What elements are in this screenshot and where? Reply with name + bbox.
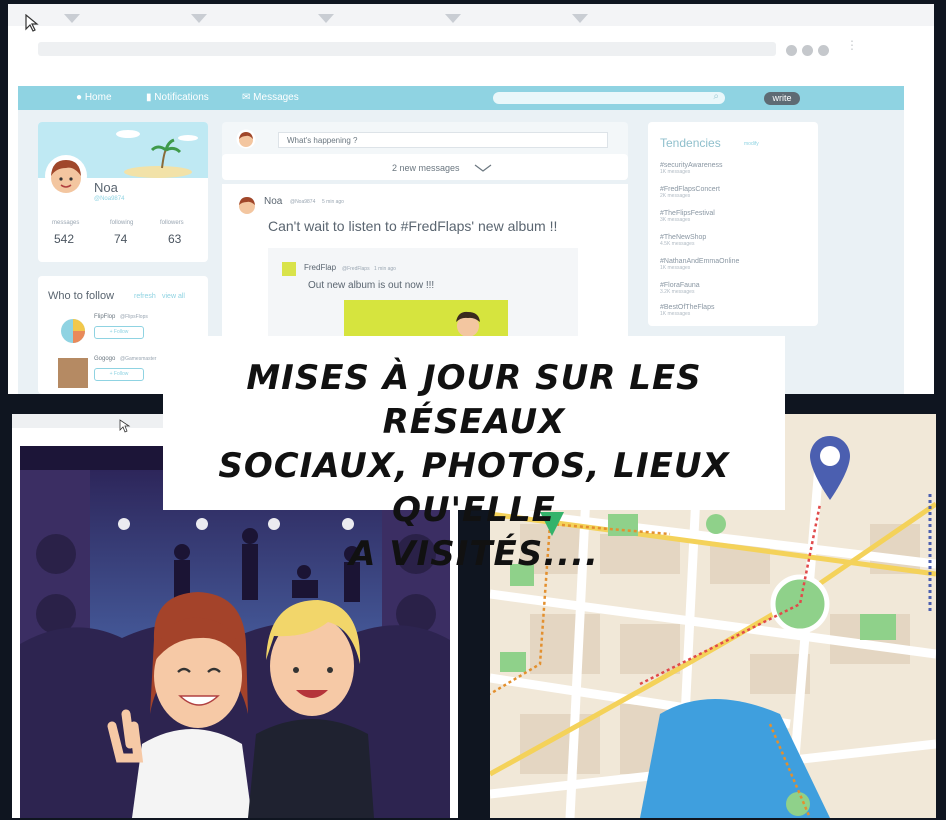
search-input[interactable]: ⌕ bbox=[493, 91, 725, 104]
browser-tab-strip bbox=[8, 4, 934, 26]
caption-text: MISES À JOUR SUR LES RÉSEAUX SOCIAUX, PH… bbox=[163, 356, 785, 576]
tab-notch bbox=[572, 14, 588, 23]
trend-item[interactable]: #TheNewShop 4.5K messages bbox=[660, 234, 706, 247]
avatar bbox=[45, 155, 87, 197]
trend-item[interactable]: #BestOfTheFlaps 1K messages bbox=[660, 304, 714, 317]
caption-line: SOCIAUX, PHOTOS, LIEUX QU'ELLE bbox=[218, 446, 730, 530]
refresh-link[interactable]: refresh bbox=[134, 293, 156, 300]
trend-tag: #FloraFauna bbox=[660, 282, 700, 289]
trends-title: Tendencies bbox=[660, 136, 721, 150]
kebab-menu-icon[interactable]: ⋮ bbox=[846, 39, 858, 51]
trend-item[interactable]: #FredFlapsConcert 2K messages bbox=[660, 186, 720, 199]
quoted-time: 1 min ago bbox=[374, 266, 396, 272]
trend-count: 1K messages bbox=[660, 265, 691, 271]
trend-tag: #FredFlapsConcert bbox=[660, 186, 720, 193]
app-navbar: ● Home ▮ Notifications ✉ Messages ⌕ writ… bbox=[18, 86, 904, 110]
tab-notch bbox=[191, 14, 207, 23]
trend-item[interactable]: #TheFlipsFestival 3K messages bbox=[660, 210, 715, 223]
suggestion-avatar bbox=[58, 316, 88, 346]
caption-line: A VISITÉS.... bbox=[349, 534, 599, 574]
trend-item[interactable]: #securityAwareness 1K messages bbox=[660, 162, 723, 175]
cursor-icon bbox=[25, 14, 39, 32]
trend-tag: #securityAwareness bbox=[660, 162, 723, 169]
envelope-icon: ✉ bbox=[242, 92, 254, 103]
map-pin-icon[interactable] bbox=[808, 434, 852, 504]
stat-value[interactable]: 74 bbox=[114, 232, 127, 246]
trends-card: Tendencies modify #securityAwareness 1K m… bbox=[648, 122, 818, 326]
trend-count: 2K messages bbox=[660, 193, 691, 199]
address-bar[interactable] bbox=[38, 42, 776, 56]
compose-input[interactable]: What's happening ? bbox=[278, 132, 608, 148]
trend-count: 1K messages bbox=[660, 311, 691, 317]
trend-count: 3K messages bbox=[660, 217, 691, 223]
trend-tag: #BestOfTheFlaps bbox=[660, 304, 715, 311]
quoted-text: Out new album is out now !!! bbox=[308, 280, 435, 291]
suggestion-avatar bbox=[58, 358, 88, 388]
nav-home[interactable]: ● Home bbox=[76, 92, 112, 103]
post-avatar bbox=[236, 194, 258, 216]
suggestion-name[interactable]: Gogogo bbox=[94, 356, 115, 362]
stat-value[interactable]: 542 bbox=[54, 232, 74, 246]
caption-banner: MISES À JOUR SUR LES RÉSEAUX SOCIAUX, PH… bbox=[163, 336, 785, 574]
stat-label: messages bbox=[52, 220, 80, 226]
trend-count: 3.2K messages bbox=[660, 289, 695, 295]
window-dot-icon bbox=[818, 45, 829, 56]
trend-count: 4.5K messages bbox=[660, 241, 695, 247]
quoted-author[interactable]: FredFlap bbox=[304, 263, 336, 272]
trend-tag: #TheNewShop bbox=[660, 234, 707, 241]
suggestion-handle: @Gamesmaster bbox=[120, 356, 157, 362]
who-to-follow-title: Who to follow bbox=[48, 290, 115, 302]
composer-avatar bbox=[236, 129, 256, 149]
trend-tag: #NathanAndEmmaOnline bbox=[660, 258, 740, 265]
trend-tag: #TheFlipsFestival bbox=[660, 210, 715, 217]
post-handle: @Noa9874 bbox=[290, 199, 316, 205]
post-author[interactable]: Noa bbox=[264, 196, 282, 207]
nav-notifications[interactable]: ▮ Notifications bbox=[146, 92, 209, 103]
chevron-down-icon bbox=[474, 164, 492, 172]
post-text: Can't wait to listen to #FredFlaps' new … bbox=[268, 218, 558, 234]
stat-value[interactable]: 63 bbox=[168, 232, 181, 246]
post-time: 5 min ago bbox=[322, 199, 344, 205]
trends-modify-link[interactable]: modify bbox=[744, 141, 759, 147]
tab-notch bbox=[318, 14, 334, 23]
new-messages-bar[interactable]: 2 new messages bbox=[222, 154, 628, 180]
home-icon: ● bbox=[76, 92, 85, 103]
profile-handle: @Noa9874 bbox=[94, 196, 125, 202]
quoted-handle: @FredFlaps bbox=[342, 266, 370, 272]
window-dot-icon bbox=[802, 45, 813, 56]
search-icon: ⌕ bbox=[713, 91, 719, 102]
view-all-link[interactable]: view all bbox=[162, 293, 185, 300]
profile-card: Noa @Noa9874 messages 542 following 74 f… bbox=[38, 122, 208, 262]
trend-item[interactable]: #FloraFauna 3.2K messages bbox=[660, 282, 700, 295]
trend-count: 1K messages bbox=[660, 169, 691, 175]
window-dot-icon bbox=[786, 45, 797, 56]
stat-label: following bbox=[110, 220, 134, 226]
stat-label: followers bbox=[160, 220, 184, 226]
suggestion-handle: @FlipsFlops bbox=[120, 314, 148, 320]
profile-name[interactable]: Noa bbox=[94, 180, 118, 195]
new-messages-label: 2 new messages bbox=[392, 163, 460, 173]
tab-notch bbox=[445, 14, 461, 23]
caption-line: MISES À JOUR SUR LES RÉSEAUX bbox=[246, 358, 702, 442]
follow-button[interactable]: + Follow bbox=[94, 326, 144, 339]
trend-item[interactable]: #NathanAndEmmaOnline 1K messages bbox=[660, 258, 739, 271]
follow-button[interactable]: + Follow bbox=[94, 368, 144, 381]
nav-messages[interactable]: ✉ Messages bbox=[242, 92, 299, 103]
tab-notch bbox=[64, 14, 80, 23]
quoted-avatar bbox=[282, 262, 296, 276]
suggestion-name[interactable]: FlipFlop bbox=[94, 314, 115, 320]
write-button[interactable]: write bbox=[764, 92, 800, 105]
